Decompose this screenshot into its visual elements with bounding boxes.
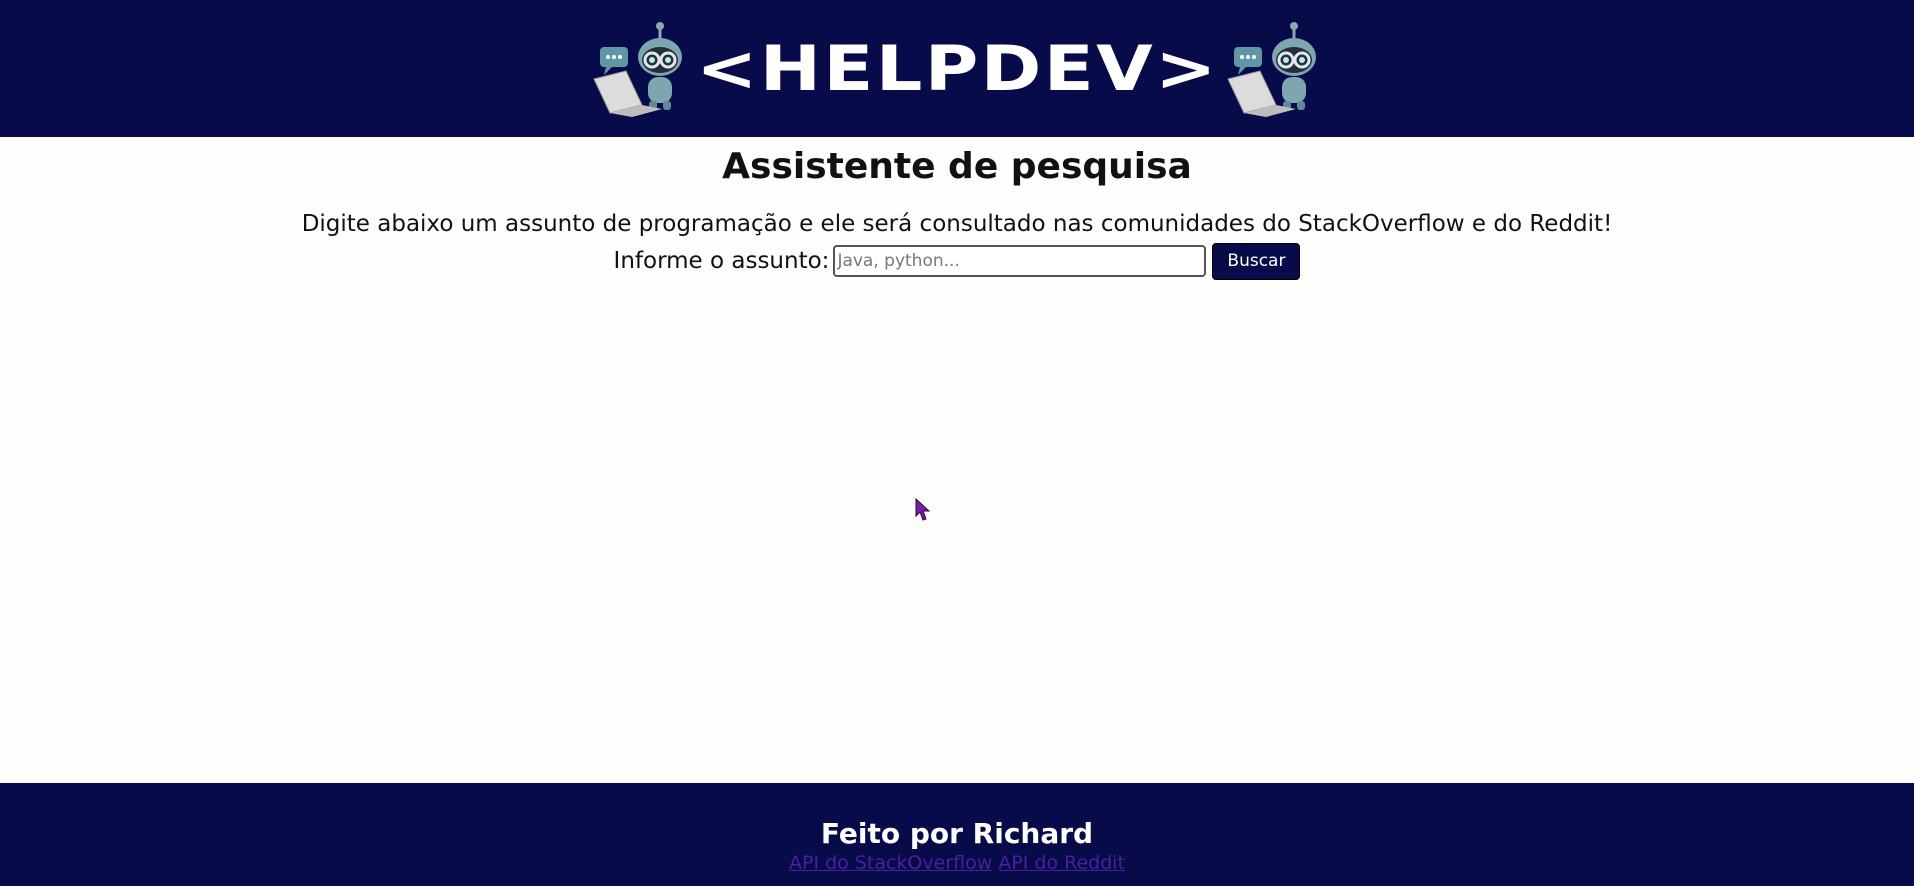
search-label: Informe o assunto:	[613, 248, 830, 274]
intro-text: Digite abaixo um assunto de programação …	[301, 211, 1613, 237]
logo-banner: <HELPDEV>	[0, 0, 1914, 137]
footer-links: API do StackOverflow API do Reddit	[0, 851, 1914, 875]
reddit-api-link[interactable]: API do Reddit	[998, 852, 1125, 874]
search-button[interactable]: Buscar	[1212, 242, 1301, 280]
site-header: <HELPDEV>	[0, 0, 1914, 137]
footer-credit: Feito por Richard	[820, 817, 1094, 850]
search-input[interactable]	[833, 245, 1207, 277]
main-content: Assistente de pesquisa Digite abaixo um …	[0, 137, 1914, 783]
site-footer: Feito por Richard API do StackOverflow A…	[0, 783, 1914, 886]
stackoverflow-api-link[interactable]: API do StackOverflow	[789, 852, 992, 874]
site-logo-text: <HELPDEV>	[695, 31, 1219, 105]
search-form: Informe o assunto: Buscar	[0, 242, 1914, 280]
mouse-pointer-icon	[915, 498, 931, 521]
robot-laptop-icon	[592, 21, 682, 117]
page-title: Assistente de pesquisa	[722, 146, 1192, 187]
robot-laptop-icon	[1227, 21, 1317, 117]
